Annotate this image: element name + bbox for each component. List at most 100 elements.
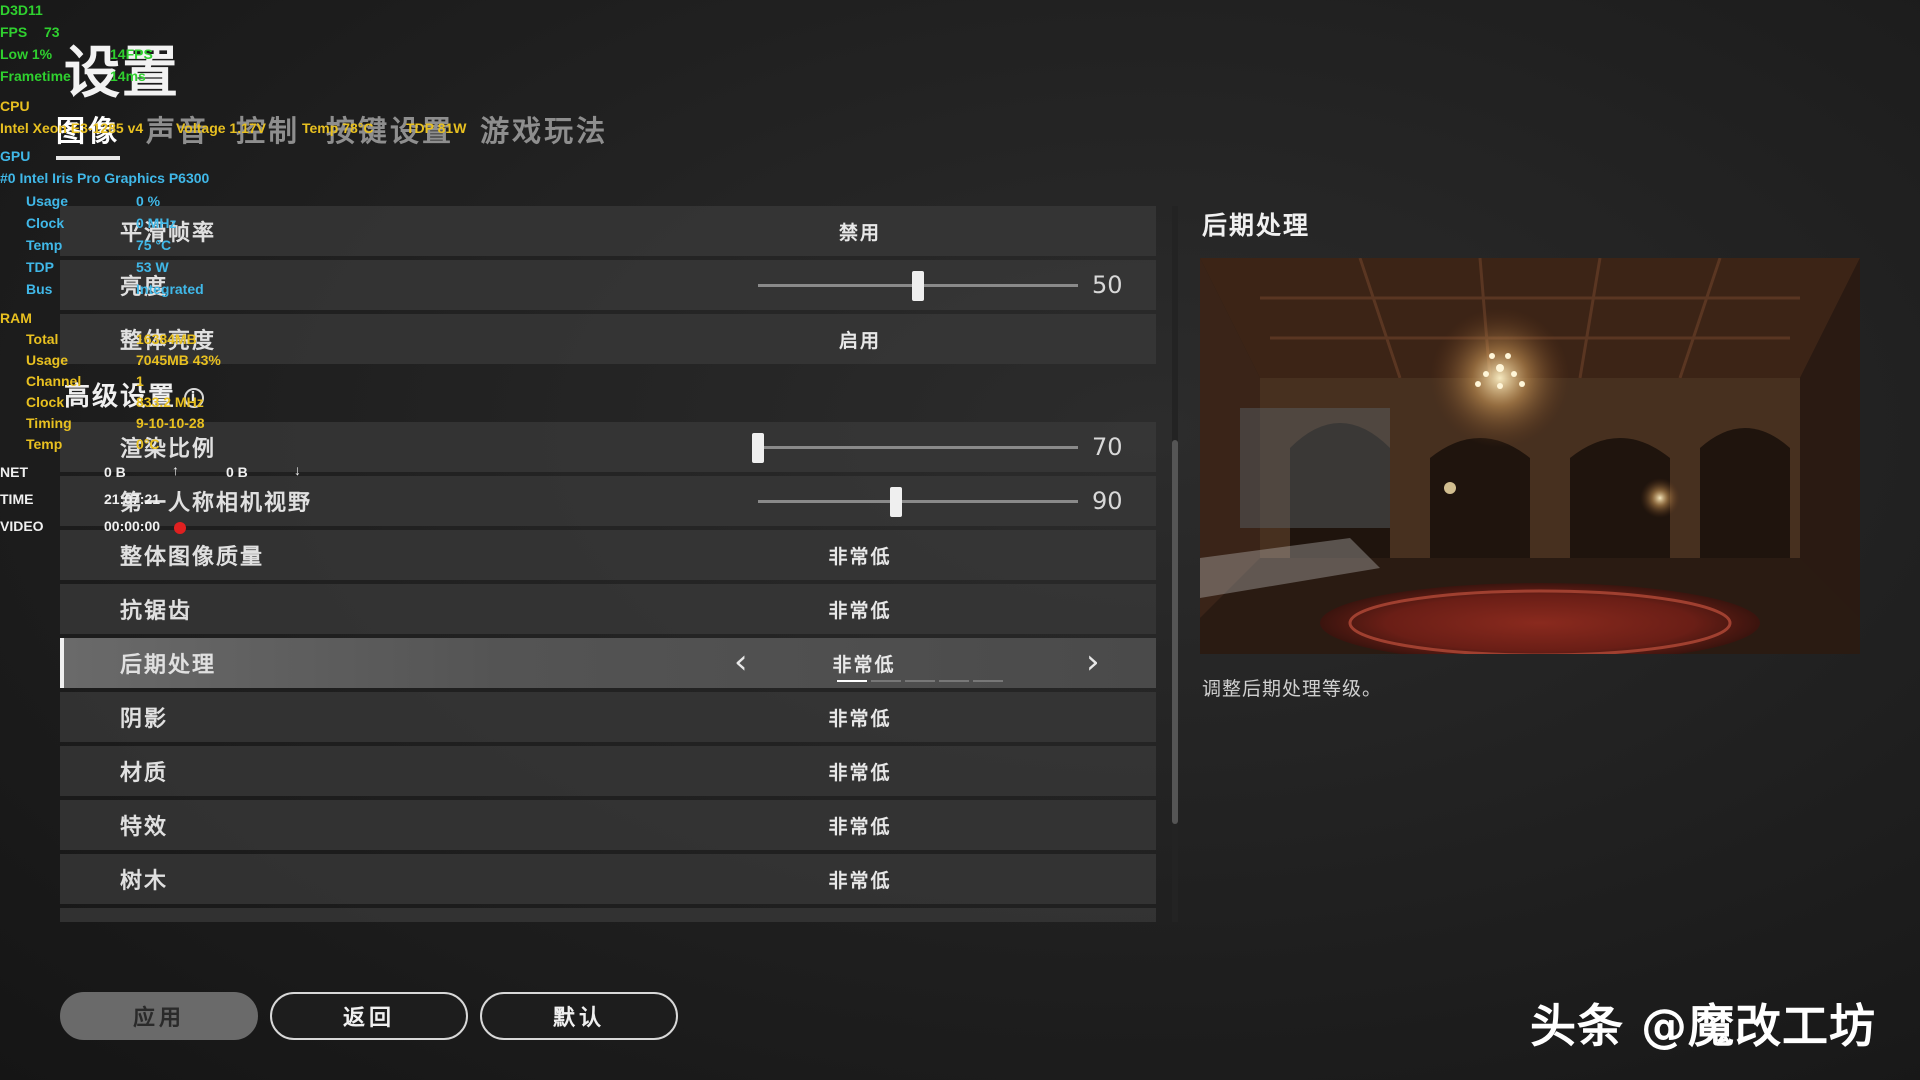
gpu-stat-key: Temp [26,237,63,253]
setting-label: 后期处理 [120,653,217,678]
gpu-stat-value: Integrated [136,281,204,297]
setting-label: 特效 [120,815,169,840]
ram-label: RAM [0,310,32,326]
cpu-voltage: Voltage 1.17V [176,120,267,136]
setting-row-render-scale[interactable]: 渲染比例 70 [60,422,1156,472]
arrow-down-icon: ↓ [294,462,301,478]
back-button[interactable]: 返回 [270,992,468,1040]
slider-track[interactable] [758,446,1078,449]
ram-stat-key: Usage [26,352,69,368]
net-down-value: 0 B [226,464,248,480]
settings-list: 平滑帧率 禁用 亮度 50 整体亮度 启用 高级设置 i 渲染比例 70 第一人称… [60,206,1156,922]
default-button[interactable]: 默认 [480,992,678,1040]
frametime-value: 14ms [110,68,146,84]
ram-stat-value: 16384MB [136,331,197,347]
setting-value[interactable]: 非常低 [742,596,978,623]
ram-stat-key: Timing [26,415,72,431]
brightness-slider[interactable] [758,267,1078,303]
ram-stat-key: Temp [26,436,63,452]
gpu-stat-key: Clock [26,215,65,231]
level-pip [905,680,935,682]
tab-gameplay[interactable]: 游戏玩法 [480,108,608,158]
video-value: 00:00:00 [104,518,161,534]
net-label: NET [0,464,28,480]
cpu-name: Intel Xeon E3-1285 v4 [0,120,144,136]
cpu-tdp: TDP 81W [406,120,467,136]
ram-stat-value: 0°C [136,436,160,452]
level-pip [973,680,1003,682]
cpu-label: CPU [0,98,30,114]
preview-title: 后期处理 [1202,211,1311,240]
watermark: 头条 @魔改工坊 [1530,999,1877,1053]
setting-row-camera-fov[interactable]: 第一人称相机视野 90 [60,476,1156,526]
video-label: VIDEO [0,518,44,534]
gpu-stat-key: TDP [26,259,54,275]
cpu-temp: Temp 78°C [302,120,374,136]
slider-thumb[interactable] [752,433,764,463]
setting-label: 材质 [120,761,169,786]
setting-row-post-processing[interactable]: 后期处理 ‹ 非常低 › [60,638,1156,688]
preview-scene [1200,258,1860,654]
setting-label: 渲染比例 [120,437,217,462]
render-scale-slider[interactable] [752,429,1078,465]
setting-value[interactable]: 启用 [742,326,978,353]
apply-button[interactable]: 应用 [60,992,258,1040]
ram-stat-key: Total [26,331,59,347]
setting-row-textures[interactable]: 材质 非常低 [60,746,1156,796]
setting-row-brightness[interactable]: 亮度 50 [60,260,1156,310]
frametime-label: Frametime [0,68,71,84]
ram-stat-value: 833.2 MHz [136,394,204,410]
setting-value[interactable]: 非常低 [742,704,978,731]
preview-image [1200,258,1860,654]
gpu-stat-value: 75 °C [136,237,172,253]
setting-value[interactable]: 禁用 [742,218,978,245]
setting-value[interactable]: 非常低 [742,866,978,893]
slider-thumb[interactable] [889,487,902,517]
slider-thumb[interactable] [912,271,924,301]
gpu-stat-key: Bus [26,281,53,297]
fps-label: FPS [0,24,28,40]
gpu-name: #0 Intel Iris Pro Graphics P6300 [0,170,210,186]
setting-row-shadows[interactable]: 阴影 非常低 [60,692,1156,742]
slider-value: 50 [1092,271,1123,299]
setting-label: 树木 [120,869,169,894]
setting-label: 抗锯齿 [120,599,193,624]
setting-value[interactable]: 非常低 [746,650,982,677]
time-value: 21:07:21 [104,491,161,507]
ram-stat-key: Clock [26,394,65,410]
level-indicator [837,680,1003,682]
gpu-stat-value: 0 % [136,193,161,209]
setting-row-partial [60,908,1156,922]
slider-value: 70 [1092,433,1123,461]
ram-stat-value: 7045MB 43% [136,352,221,368]
time-label: TIME [0,491,34,507]
setting-row-effects[interactable]: 特效 非常低 [60,800,1156,850]
slider-track[interactable] [758,500,1078,503]
setting-label: 整体图像质量 [120,545,265,570]
scrollbar-thumb[interactable] [1172,440,1178,824]
low-fps-value: 14FPS [110,46,153,62]
ram-stat-key: Channel [26,373,82,389]
level-pip [871,680,901,682]
gpu-label: GPU [0,148,31,164]
api-label: D3D11 [0,2,43,18]
setting-row-smooth-fps[interactable]: 平滑帧率 禁用 [60,206,1156,256]
level-pip [939,680,969,682]
slider-value: 90 [1092,487,1123,515]
level-pip [837,680,867,682]
setting-row-trees[interactable]: 树木 非常低 [60,854,1156,904]
setting-row-overall-brightness[interactable]: 整体亮度 启用 [60,314,1156,364]
setting-row-anti-aliasing[interactable]: 抗锯齿 非常低 [60,584,1156,634]
gpu-stat-value: 0 MHz [136,215,177,231]
setting-value[interactable]: 非常低 [742,758,978,785]
setting-row-overall-quality[interactable]: 整体图像质量 非常低 [60,530,1156,580]
setting-value[interactable]: 非常低 [742,542,978,569]
ram-stat-value: 9-10-10-28 [136,415,205,431]
preview-description: 调整后期处理等级。 [1202,678,1383,700]
chevron-right-icon[interactable]: › [1086,642,1100,682]
setting-value[interactable]: 非常低 [742,812,978,839]
gpu-stat-key: Usage [26,193,69,209]
net-up-value: 0 B [104,464,126,480]
camera-fov-slider[interactable] [758,483,1078,519]
arrow-up-icon: ↑ [172,462,179,478]
